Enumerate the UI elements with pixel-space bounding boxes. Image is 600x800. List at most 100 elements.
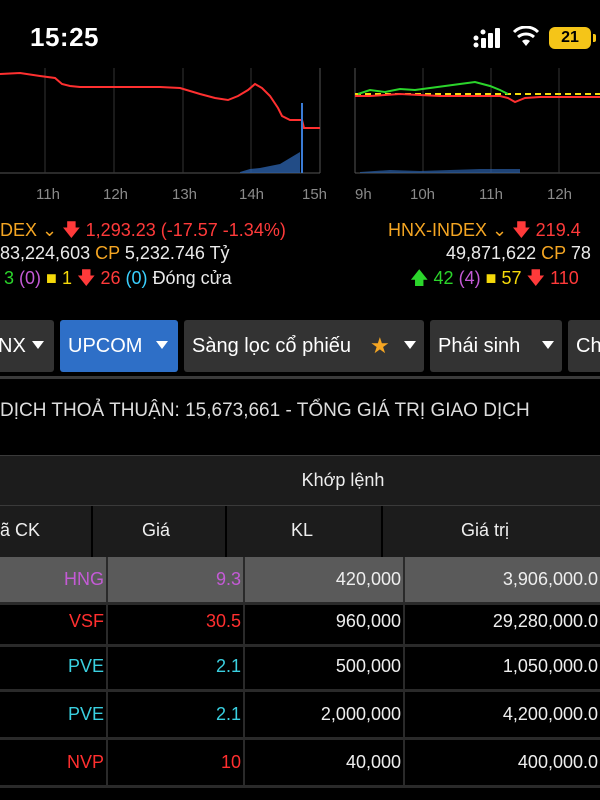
chevron-down-icon[interactable]: ⌄ — [42, 220, 57, 240]
cell-volume: 2,000,000 — [320, 704, 401, 724]
vnindex-down: 26 — [100, 268, 121, 288]
chevron-down-icon[interactable]: ⌄ — [492, 220, 507, 240]
cell-code: PVE — [67, 704, 104, 724]
tab-label: Sàng lọc cổ phiếu — [192, 335, 352, 357]
hnxindex-up-ceiling: (4) — [458, 268, 481, 288]
axis-label-10h: 10h — [410, 186, 436, 203]
column-header-code[interactable]: ã CK — [0, 520, 40, 541]
column-divider — [243, 557, 245, 602]
arrow-down-icon: 🡇 — [76, 268, 96, 288]
column-divider — [243, 692, 245, 737]
caret-down-icon — [156, 341, 168, 349]
tab-upcom[interactable]: UPCOM — [60, 320, 178, 372]
column-divider — [243, 644, 245, 689]
cell-volume: 40,000 — [345, 752, 401, 772]
cell-price: 2.1 — [215, 704, 241, 724]
battery-icon: 21 — [549, 27, 596, 49]
column-divider — [106, 692, 108, 737]
status-bar: 15:25 21 — [0, 0, 600, 68]
tab-label: Phái sinh — [438, 335, 521, 357]
tab-label: Ch — [576, 335, 600, 357]
hnxindex-volume: 49,871,622 — [446, 243, 537, 263]
wifi-icon — [512, 26, 540, 46]
column-divider — [243, 740, 245, 785]
vnindex-volume-row: 83,224,603 CP 5,232.746 Tỷ — [0, 243, 230, 264]
hnxindex-chart[interactable] — [354, 68, 600, 174]
column-divider — [106, 557, 108, 602]
vnindex-change: (-17.57 -1.34%) — [160, 220, 286, 240]
vnindex-up: 3 — [4, 268, 15, 288]
cell-price: 30.5 — [205, 611, 241, 631]
group-header-label: Khớp lệnh — [301, 470, 385, 490]
table-row[interactable]: PVE 2.1 2,000,000 4,200,000.0 — [0, 692, 600, 737]
column-divider — [106, 599, 108, 644]
vnindex-down-floor: (0) — [125, 268, 148, 288]
vnindex-turnover: 5,232.746 Tỷ — [124, 243, 230, 263]
column-header-price[interactable]: Giá — [142, 520, 170, 541]
column-divider — [106, 740, 108, 785]
status-time: 15:25 — [30, 22, 99, 52]
axis-label-9h: 9h — [355, 186, 372, 203]
column-header-volume[interactable]: KL — [291, 520, 313, 541]
arrow-up-icon: 🡅 — [410, 268, 429, 288]
cell-code: HNG — [64, 569, 104, 589]
cell-value: 400,000.0 — [517, 752, 598, 772]
table-header: ã CK Giá KL Giá trị — [0, 505, 600, 558]
market-tabs: NX UPCOM Sàng lọc cổ phiếu ★ Phái sinh C… — [0, 318, 600, 374]
column-divider — [403, 740, 405, 785]
tab-hnx[interactable]: NX — [0, 320, 54, 372]
cellular-signal-icon — [473, 28, 500, 48]
cell-code: NVP — [66, 752, 104, 772]
caret-down-icon — [542, 341, 554, 349]
cell-price: 9.3 — [215, 569, 241, 589]
hnxindex-turnover: 78 — [570, 243, 591, 263]
square-icon: ■ — [485, 268, 497, 288]
hnxindex-cp-label: CP — [541, 243, 566, 263]
hnxindex-down: 110 — [550, 268, 579, 288]
table-row[interactable]: VSF 30.5 960,000 29,280,000.0 — [0, 599, 600, 644]
column-divider — [106, 644, 108, 689]
tab-label: NX — [0, 335, 26, 357]
divider — [0, 376, 600, 379]
axis-label-15h: 15h — [302, 186, 328, 203]
column-divider — [403, 557, 405, 602]
column-header-value[interactable]: Giá trị — [461, 520, 509, 541]
tab-more[interactable]: Ch — [568, 320, 600, 372]
star-icon: ★ — [370, 333, 390, 358]
hnxindex-unchanged: 57 — [501, 268, 522, 288]
axis-label-14h: 14h — [239, 186, 265, 203]
cell-value: 29,280,000.0 — [492, 611, 598, 631]
cell-value: 1,050,000.0 — [502, 656, 598, 676]
vnindex-up-ceiling: (0) — [19, 268, 42, 288]
hnxindex-up: 42 — [433, 268, 454, 288]
cell-price: 2.1 — [215, 656, 241, 676]
arrow-down-icon: 🡇 — [62, 220, 81, 240]
table-row[interactable]: PVE 2.1 500,000 1,050,000.0 — [0, 644, 600, 689]
hnxindex-value: 219.4 — [535, 220, 581, 240]
table-row[interactable]: HNG 9.3 420,000 3,906,000.0 — [0, 557, 600, 602]
market-ticker: DỊCH THOẢ THUẬN: 15,673,661 - TỔNG GIÁ T… — [0, 400, 530, 421]
tab-stock-filter[interactable]: Sàng lọc cổ phiếu ★ — [184, 320, 424, 372]
hnxindex-volume-row: 49,871,622 CP 78 — [446, 243, 591, 264]
vnindex-name[interactable]: DEX — [0, 220, 37, 240]
hnxindex-breadth-row: 🡅 42 (4) ■ 57 🡇 110 — [410, 266, 579, 296]
cell-volume: 960,000 — [335, 611, 401, 631]
vnindex-volume: 83,224,603 — [0, 243, 91, 263]
table-row[interactable]: NVP 10 40,000 400,000.0 — [0, 740, 600, 785]
vnindex-chart[interactable] — [0, 68, 321, 174]
axis-label-12h-right: 12h — [547, 186, 573, 203]
tab-derivatives[interactable]: Phái sinh — [430, 320, 562, 372]
vnindex-value: 1,293.23 — [85, 220, 156, 240]
column-divider — [403, 692, 405, 737]
arrow-down-icon: 🡇 — [512, 220, 531, 240]
column-divider — [243, 599, 245, 644]
cell-value: 4,200,000.0 — [502, 704, 598, 724]
vnindex-unchanged: 1 — [61, 268, 72, 288]
axis-label-12h: 12h — [103, 186, 129, 203]
index-charts[interactable] — [0, 68, 600, 208]
vnindex-cp-label: CP — [95, 243, 120, 263]
cell-value: 3,906,000.0 — [502, 569, 598, 589]
arrow-down-icon: 🡇 — [526, 268, 546, 288]
hnxindex-name[interactable]: HNX-INDEX — [388, 220, 487, 240]
cell-code: VSF — [68, 611, 104, 631]
